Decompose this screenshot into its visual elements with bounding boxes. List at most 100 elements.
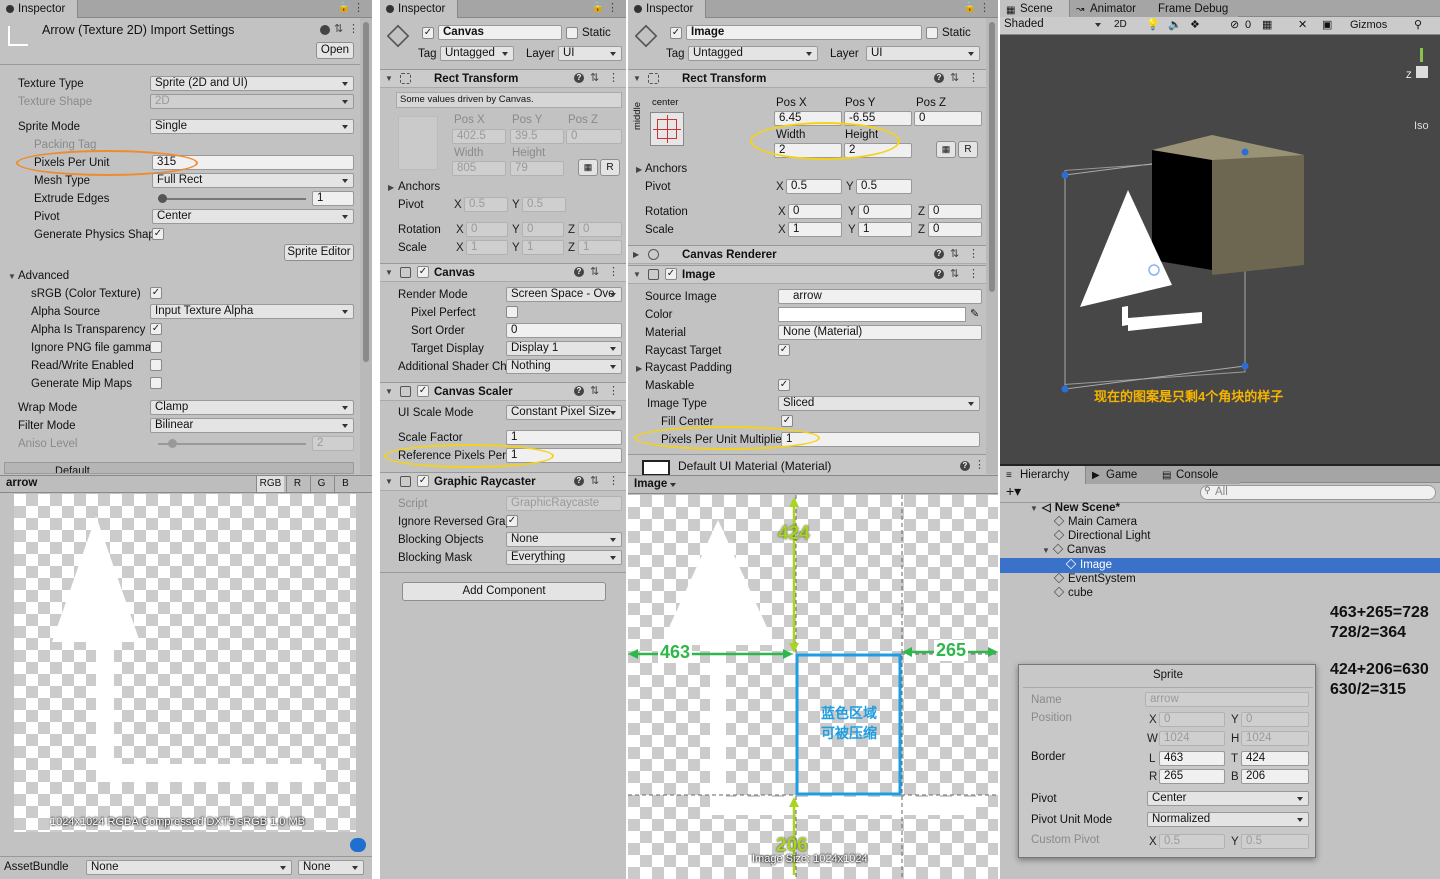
- anchor-preset-button[interactable]: [650, 112, 684, 146]
- hidden-objects-icon[interactable]: ⊘: [1230, 18, 1239, 31]
- hierarchy-search-input[interactable]: All: [1200, 485, 1436, 500]
- create-button[interactable]: +▾: [1006, 484, 1021, 498]
- tab-inspector[interactable]: Inspector: [0, 0, 78, 18]
- alpha-transparency-checkbox[interactable]: ✓: [150, 323, 162, 335]
- tab-scene[interactable]: ▦ Scene: [1000, 0, 1070, 18]
- lock-icon[interactable]: 🔒: [338, 2, 350, 13]
- camera-icon[interactable]: ▣: [1322, 18, 1332, 31]
- menu-icon[interactable]: ⋮: [353, 1, 364, 14]
- audio-icon[interactable]: 🔈: [1168, 18, 1182, 31]
- hierarchy-item-scene[interactable]: ▼ ◁ New Scene*: [1030, 501, 1120, 516]
- static-checkbox[interactable]: [926, 27, 938, 39]
- toggle-2d-button[interactable]: 2D: [1114, 19, 1127, 30]
- menu-icon[interactable]: ⋮: [608, 265, 619, 278]
- scrollbar[interactable]: [986, 18, 998, 474]
- anchors-label[interactable]: Anchors: [645, 161, 687, 177]
- raw-edit-button[interactable]: R: [958, 141, 978, 158]
- mesh-type-dropdown[interactable]: Full Rect: [152, 173, 354, 188]
- menu-icon[interactable]: ⋮: [968, 247, 979, 260]
- layer-dropdown[interactable]: UI: [558, 46, 622, 61]
- assetbundle-dropdown[interactable]: None: [86, 860, 292, 875]
- scale-y-input[interactable]: 1: [858, 222, 912, 237]
- hierarchy-item-canvas[interactable]: ▼ Canvas: [1042, 543, 1106, 558]
- grid-icon[interactable]: ▦: [1262, 18, 1272, 31]
- layer-dropdown[interactable]: UI: [866, 46, 980, 61]
- tools-icon[interactable]: ✕: [1298, 18, 1307, 31]
- blueprint-button[interactable]: ▦: [578, 159, 598, 176]
- graphic-raycaster-header[interactable]: ▼ ✓ Graphic Raycaster ? ⇅ ⋮: [380, 472, 626, 491]
- lock-icon[interactable]: 🔒: [592, 2, 604, 13]
- menu-icon[interactable]: ⋮: [608, 474, 619, 487]
- ignore-reversed-checkbox[interactable]: ✓: [506, 515, 518, 527]
- srgb-checkbox[interactable]: ✓: [150, 287, 162, 299]
- source-image-field[interactable]: arrow: [778, 289, 982, 304]
- help-icon[interactable]: ?: [574, 476, 584, 486]
- anchors-label[interactable]: Anchors: [398, 179, 440, 195]
- menu-icon[interactable]: ⋮: [974, 458, 985, 471]
- default-material-row[interactable]: Default UI Material (Material) ? ⋮: [628, 454, 986, 476]
- help-icon[interactable]: ?: [934, 249, 944, 259]
- help-icon[interactable]: ?: [574, 386, 584, 396]
- rot-z-input[interactable]: 0: [928, 204, 982, 219]
- sprite-mode-dropdown[interactable]: Single: [150, 119, 354, 134]
- raycast-padding-foldout-icon[interactable]: ▶: [636, 364, 642, 373]
- static-label[interactable]: Static: [582, 25, 611, 41]
- scaler-enabled-checkbox[interactable]: ✓: [417, 385, 429, 397]
- border-t-input[interactable]: 424: [1241, 751, 1309, 766]
- preset-icon[interactable]: ⇅: [950, 247, 959, 260]
- rect-transform-header[interactable]: ▼ Rect Transform ? ⇅ ⋮: [628, 69, 986, 88]
- raw-edit-button[interactable]: R: [600, 159, 620, 176]
- canvas-renderer-header[interactable]: ▶ Canvas Renderer ? ⇅ ⋮: [628, 245, 986, 264]
- shader-channels-dropdown[interactable]: Nothing: [506, 359, 622, 374]
- static-label[interactable]: Static: [942, 25, 971, 41]
- channel-g[interactable]: G: [310, 476, 332, 492]
- sprite-editor-button[interactable]: Sprite Editor: [284, 244, 354, 261]
- preset-icon[interactable]: ⇅: [334, 22, 343, 35]
- filter-mode-dropdown[interactable]: Bilinear: [150, 418, 354, 433]
- scale-factor-input[interactable]: 1: [506, 430, 622, 445]
- assetbundle-variant-dropdown[interactable]: None: [298, 860, 364, 875]
- add-component-button[interactable]: Add Component: [402, 582, 606, 601]
- raycast-target-checkbox[interactable]: ✓: [778, 344, 790, 356]
- image-enabled-checkbox[interactable]: ✓: [665, 268, 677, 280]
- tab-game[interactable]: ▶ Game: [1086, 466, 1156, 484]
- render-mode-dropdown[interactable]: Screen Space - Ove: [506, 287, 622, 302]
- extrude-slider-track[interactable]: [158, 198, 306, 200]
- effects-icon[interactable]: ❖: [1190, 18, 1200, 31]
- lock-icon[interactable]: 🔒: [964, 2, 976, 13]
- pivot-x-input[interactable]: 0.5: [786, 179, 842, 194]
- border-l-input[interactable]: 463: [1159, 751, 1225, 766]
- menu-icon[interactable]: ⋮: [608, 384, 619, 397]
- hierarchy-item-eventsystem[interactable]: EventSystem: [1053, 572, 1136, 587]
- search-icon[interactable]: ⚲: [1414, 18, 1422, 31]
- menu-icon[interactable]: ⋮: [968, 267, 979, 280]
- advanced-foldout-icon[interactable]: ▼: [8, 272, 16, 281]
- pos-z-input[interactable]: 0: [914, 111, 982, 126]
- anchors-foldout-icon[interactable]: ▶: [636, 165, 642, 174]
- advanced-label[interactable]: Advanced: [18, 268, 69, 284]
- pivot-dropdown[interactable]: Center: [152, 209, 354, 224]
- canvas-scaler-header[interactable]: ▼ ✓ Canvas Scaler ? ⇅ ⋮: [380, 382, 626, 401]
- help-icon[interactable]: ?: [934, 73, 944, 83]
- tab-animator[interactable]: ↝ Animator: [1070, 0, 1148, 18]
- asset-label-icon[interactable]: [350, 838, 366, 852]
- texture-type-dropdown[interactable]: Sprite (2D and UI): [150, 76, 354, 91]
- tab-frame-debug[interactable]: Frame Debug: [1148, 0, 1238, 18]
- menu-icon[interactable]: ⋮: [608, 71, 619, 84]
- lighting-icon[interactable]: 💡: [1146, 18, 1160, 31]
- channel-b[interactable]: B: [334, 476, 356, 492]
- preset-icon[interactable]: ⇅: [590, 265, 599, 278]
- pivot-unit-dropdown[interactable]: Normalized: [1147, 812, 1309, 827]
- anchors-foldout-icon[interactable]: ▶: [388, 183, 394, 192]
- raycaster-enabled-checkbox[interactable]: ✓: [417, 475, 429, 487]
- hierarchy-item-directional-light[interactable]: Directional Light: [1053, 529, 1150, 544]
- shading-mode-dropdown[interactable]: Shaded: [1000, 18, 1106, 33]
- ui-scale-mode-dropdown[interactable]: Constant Pixel Size: [506, 405, 622, 420]
- open-button[interactable]: Open: [316, 42, 354, 59]
- tag-dropdown[interactable]: Untagged: [440, 46, 514, 61]
- help-icon[interactable]: ?: [574, 73, 584, 83]
- menu-icon[interactable]: ⋮: [607, 1, 618, 14]
- scale-z-input[interactable]: 0: [928, 222, 982, 237]
- tab-inspector[interactable]: Inspector: [628, 0, 706, 18]
- target-display-dropdown[interactable]: Display 1: [506, 341, 622, 356]
